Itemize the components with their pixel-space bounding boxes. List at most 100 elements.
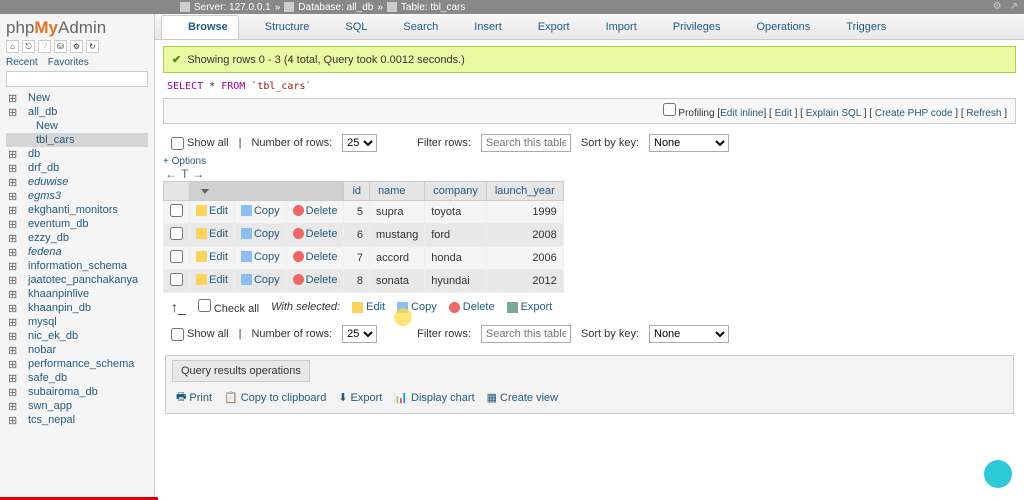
collapse-bar[interactable] bbox=[6, 71, 148, 87]
tree-item[interactable]: ⊞mysql bbox=[6, 315, 148, 329]
recent-tab[interactable]: Recent bbox=[6, 57, 38, 68]
tab-privileges[interactable]: Privileges bbox=[647, 16, 731, 38]
settings-icon[interactable]: ⚙ bbox=[70, 40, 83, 53]
options-toggle[interactable]: + Options bbox=[155, 156, 1024, 167]
row-checkbox[interactable] bbox=[170, 273, 183, 286]
copy-row[interactable]: Copy bbox=[241, 228, 280, 240]
sql-icon[interactable]: ⛁ bbox=[54, 40, 67, 53]
filter-input-2[interactable] bbox=[481, 325, 571, 343]
tab-structure[interactable]: Structure bbox=[239, 16, 320, 38]
tab-sql[interactable]: SQL bbox=[319, 16, 377, 38]
delete-row[interactable]: Delete bbox=[293, 274, 338, 286]
delete-row[interactable]: Delete bbox=[293, 251, 338, 263]
check-all-checkbox[interactable] bbox=[198, 299, 211, 312]
tree-item[interactable]: ⊞ekghanti_monitors bbox=[6, 203, 148, 217]
filter-input[interactable] bbox=[481, 134, 571, 152]
display-chart-link[interactable]: 📊Display chart bbox=[394, 388, 474, 407]
tree-item[interactable]: ⊞safe_db bbox=[6, 371, 148, 385]
num-rows-select[interactable]: 25 bbox=[342, 134, 377, 152]
col-launch-year[interactable]: launch_year bbox=[486, 182, 563, 201]
col-name[interactable]: name bbox=[370, 182, 425, 201]
tree-item[interactable]: ⊞drf_db bbox=[6, 161, 148, 175]
tree-item[interactable]: ⊞nic_ek_db bbox=[6, 329, 148, 343]
sort-key-select-2[interactable]: None bbox=[649, 325, 729, 343]
create-view-link[interactable]: ▦Create view bbox=[487, 388, 558, 407]
edit-row[interactable]: Edit bbox=[196, 251, 228, 263]
tree-item[interactable]: ⊞nobar bbox=[6, 343, 148, 357]
print-link[interactable]: 🖶Print bbox=[176, 388, 212, 407]
tab-export[interactable]: Export bbox=[512, 16, 580, 38]
delete-row[interactable]: Delete bbox=[293, 228, 338, 240]
tree-item[interactable]: ⊞khaanpin_db bbox=[6, 301, 148, 315]
logout-icon[interactable]: ⎋ bbox=[22, 40, 35, 53]
reload-icon[interactable]: ↻ bbox=[86, 40, 99, 53]
tree-item[interactable]: ⊞performance_schema bbox=[6, 357, 148, 371]
profiling-checkbox[interactable] bbox=[663, 103, 676, 116]
tree-item[interactable]: ⊞tcs_nepal bbox=[6, 413, 148, 427]
row-checkbox[interactable] bbox=[170, 204, 183, 217]
table-row: EditCopyDelete8sonatahyundai2012 bbox=[164, 270, 564, 293]
show-all-checkbox-2[interactable] bbox=[171, 328, 184, 341]
col-id[interactable]: id bbox=[344, 182, 370, 201]
tree-item[interactable]: tbl_cars bbox=[6, 133, 148, 147]
sort-desc-icon[interactable]: → bbox=[192, 167, 204, 181]
tree-item[interactable]: ⊞khaanpinlive bbox=[6, 287, 148, 301]
copy-row[interactable]: Copy bbox=[241, 274, 280, 286]
row-checkbox[interactable] bbox=[170, 227, 183, 240]
tab-triggers[interactable]: Triggers bbox=[820, 16, 896, 38]
tree-item[interactable]: ⊞db bbox=[6, 147, 148, 161]
explain-sql-link[interactable]: Explain SQL bbox=[806, 108, 861, 119]
edit-link[interactable]: Edit bbox=[775, 108, 792, 119]
bulk-export[interactable]: Export bbox=[507, 301, 553, 313]
breadcrumb-db[interactable]: Database: all_db bbox=[298, 2, 373, 13]
sort-text-icon[interactable]: T bbox=[181, 167, 188, 181]
tab-browse[interactable]: Browse bbox=[161, 15, 239, 39]
favorites-tab[interactable]: Favorites bbox=[48, 57, 89, 68]
tree-item[interactable]: ⊞egms3 bbox=[6, 189, 148, 203]
bulk-edit[interactable]: Edit bbox=[352, 301, 385, 313]
tab-operations[interactable]: Operations bbox=[730, 16, 820, 38]
delete-row[interactable]: Delete bbox=[293, 205, 338, 217]
copy-row[interactable]: Copy bbox=[241, 251, 280, 263]
num-rows-select-2[interactable]: 25 bbox=[342, 325, 377, 343]
tree-item[interactable]: ⊞eduwise bbox=[6, 175, 148, 189]
col-company[interactable]: company bbox=[425, 182, 487, 201]
copy-clipboard-link[interactable]: 📋Copy to clipboard bbox=[224, 388, 326, 407]
docs-icon[interactable]: ❔ bbox=[38, 40, 51, 53]
bulk-copy[interactable]: Copy bbox=[397, 301, 437, 313]
tree-item[interactable]: ⊞eventum_db bbox=[6, 217, 148, 231]
edit-row[interactable]: Edit bbox=[196, 205, 228, 217]
minus-circle-icon bbox=[293, 228, 304, 239]
tree-item[interactable]: ⊞all_db bbox=[6, 105, 148, 119]
tree-item[interactable]: ⊞swn_app bbox=[6, 399, 148, 413]
tree-item[interactable]: New bbox=[6, 119, 148, 133]
home-icon[interactable]: ⌂ bbox=[6, 40, 19, 53]
tree-item[interactable]: ⊞subairoma_db bbox=[6, 385, 148, 399]
tab-import[interactable]: Import bbox=[580, 16, 647, 38]
tree-item[interactable]: ⊞jaatotec_panchakanya bbox=[6, 273, 148, 287]
breadcrumb-server[interactable]: Server: 127.0.0.1 bbox=[194, 2, 271, 13]
tree-item[interactable]: ⊞information_schema bbox=[6, 259, 148, 273]
tree-item[interactable]: ⊞New bbox=[6, 91, 148, 105]
chevron-down-icon[interactable] bbox=[201, 189, 209, 194]
tree-item[interactable]: ⊞ezzy_db bbox=[6, 231, 148, 245]
row-checkbox[interactable] bbox=[170, 250, 183, 263]
edit-row[interactable]: Edit bbox=[196, 274, 228, 286]
helper-badge-icon[interactable] bbox=[984, 460, 1012, 488]
breadcrumb-table[interactable]: Table: tbl_cars bbox=[401, 2, 465, 13]
create-php-link[interactable]: Create PHP code bbox=[875, 108, 953, 119]
gear-icon[interactable]: ⚙ bbox=[993, 1, 1002, 12]
refresh-link[interactable]: Refresh bbox=[966, 108, 1001, 119]
tab-search[interactable]: Search bbox=[377, 16, 448, 38]
sort-key-select[interactable]: None bbox=[649, 134, 729, 152]
sort-asc-icon[interactable]: ← bbox=[165, 167, 177, 181]
tree-item[interactable]: ⊞fedena bbox=[6, 245, 148, 259]
export-link[interactable]: ⬇Export bbox=[338, 388, 382, 407]
edit-row[interactable]: Edit bbox=[196, 228, 228, 240]
tab-insert[interactable]: Insert bbox=[448, 16, 512, 38]
bulk-delete[interactable]: Delete bbox=[449, 301, 495, 313]
exit-icon[interactable]: ↗ bbox=[1010, 1, 1018, 12]
show-all-checkbox[interactable] bbox=[171, 137, 184, 150]
copy-row[interactable]: Copy bbox=[241, 205, 280, 217]
edit-inline-link[interactable]: Edit inline bbox=[720, 108, 763, 119]
